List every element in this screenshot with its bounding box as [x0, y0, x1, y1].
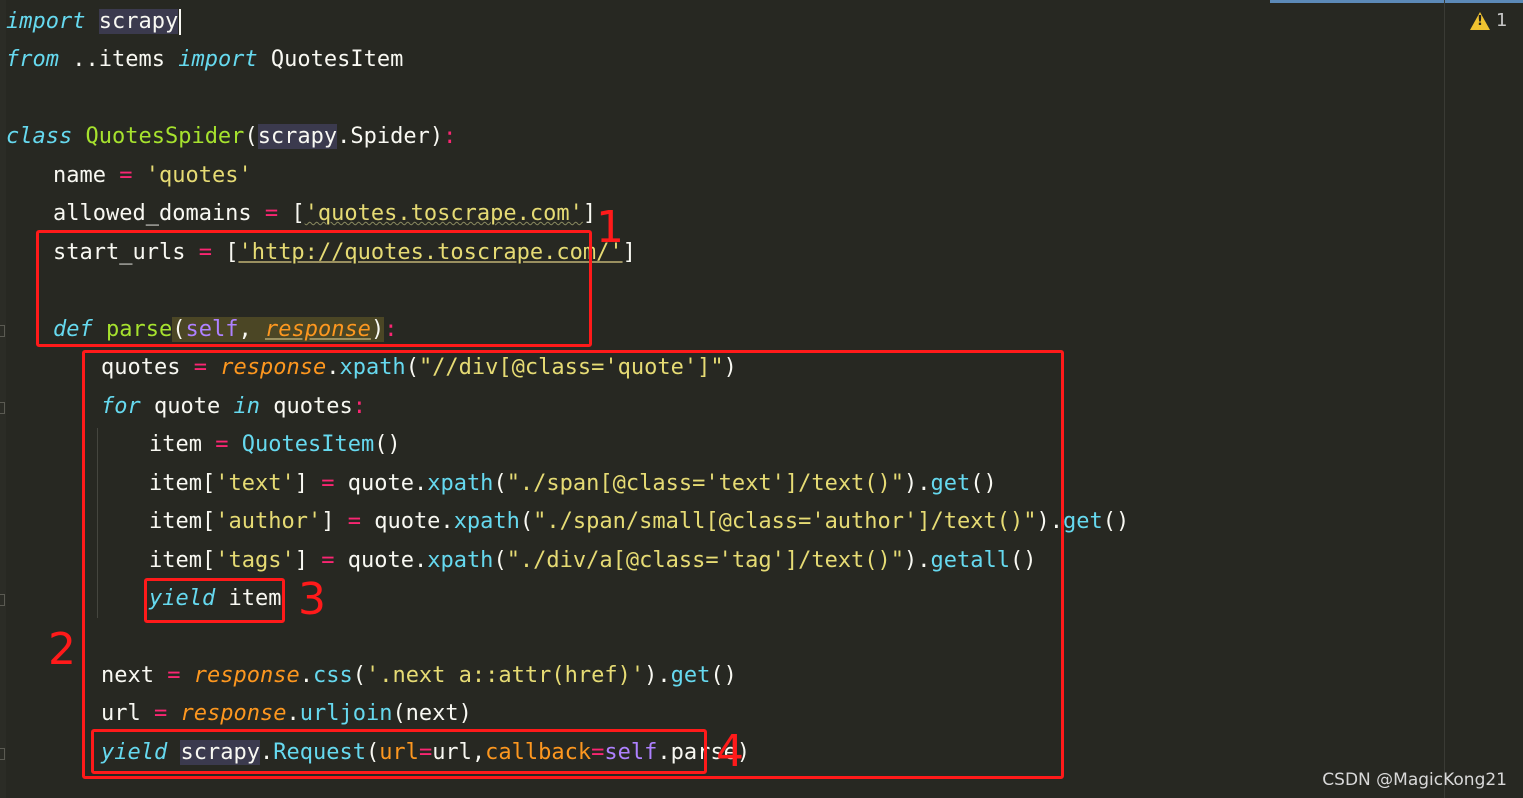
- class-name: QuotesSpider: [85, 124, 245, 149]
- annotation-label-4: 4: [716, 726, 744, 777]
- fold-icon[interactable]: [0, 325, 5, 337]
- identifier: scrapy: [257, 124, 338, 149]
- fold-icon[interactable]: [0, 594, 5, 606]
- fold-icon[interactable]: [0, 748, 5, 760]
- method: get: [1063, 509, 1103, 534]
- string: 'quotes': [145, 163, 252, 188]
- identifier: allowed_domains: [53, 201, 252, 226]
- code-editor[interactable]: import scrapy from ..items import Quotes…: [0, 0, 1523, 798]
- annotation-label-3: 3: [298, 574, 326, 625]
- keyword: import: [6, 9, 86, 34]
- annotation-label-2: 2: [48, 624, 76, 675]
- warning-triangle-icon: [1470, 11, 1490, 30]
- string: 'quotes.toscrape.com': [304, 201, 583, 226]
- fold-icon[interactable]: [0, 402, 5, 414]
- punctuation: ]: [582, 201, 597, 226]
- identifier: QuotesItem: [257, 47, 404, 72]
- inspection-warning-indicator[interactable]: 1: [1470, 10, 1507, 31]
- keyword: class: [6, 124, 73, 149]
- scrollbar-track[interactable]: [1444, 0, 1445, 798]
- annotation-box-1: [36, 230, 592, 347]
- operator: =: [105, 163, 146, 188]
- identifier: scrapy: [98, 9, 179, 34]
- identifier: name: [53, 163, 106, 188]
- operator: =: [251, 201, 292, 226]
- punctuation: (): [1102, 509, 1130, 534]
- punctuation: ]: [622, 240, 636, 265]
- keyword: from: [6, 47, 59, 72]
- progress-bar: [1270, 0, 1523, 3]
- code-line: import scrapy: [6, 3, 182, 41]
- annotation-label-1: 1: [596, 202, 624, 253]
- code-line: from ..items import QuotesItem: [6, 41, 403, 79]
- annotation-box-2: [82, 350, 1064, 779]
- annotation-box-4: [91, 729, 707, 774]
- text-cursor: [179, 9, 182, 35]
- watermark: CSDN @MagicKong21: [1322, 770, 1507, 790]
- code-line: allowed_domains = ['quotes.toscrape.com'…: [53, 195, 596, 233]
- punctuation: (: [244, 124, 258, 149]
- warning-count: 1: [1496, 10, 1508, 31]
- module: ..items: [58, 47, 179, 72]
- keyword: import: [178, 47, 258, 72]
- punctuation: [: [291, 201, 305, 226]
- punctuation: :: [443, 124, 457, 149]
- annotation-box-3: [144, 578, 285, 623]
- identifier: .Spider): [337, 124, 444, 149]
- code-line: class QuotesSpider(scrapy.Spider):: [6, 118, 456, 156]
- code-line: name = 'quotes': [53, 157, 252, 195]
